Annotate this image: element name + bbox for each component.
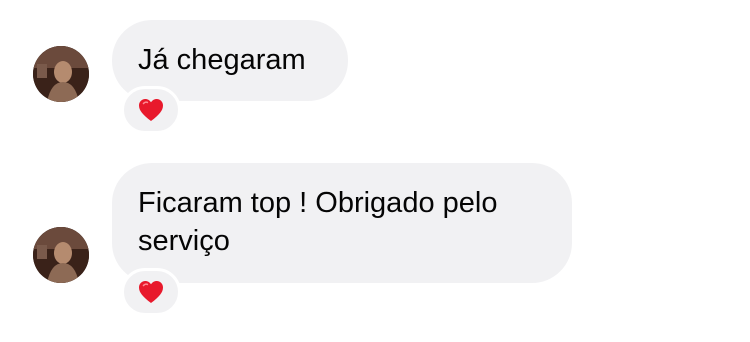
avatar-photo [33, 46, 89, 102]
reaction-badge[interactable] [121, 86, 181, 134]
heart-icon [139, 281, 163, 303]
sender-avatar[interactable] [33, 227, 89, 283]
reaction-badge[interactable] [121, 268, 181, 316]
sender-avatar[interactable] [33, 46, 89, 102]
heart-icon [139, 99, 163, 121]
avatar-photo [33, 227, 89, 283]
message-text: Ficaram top ! Obrigado pelo serviço [138, 187, 498, 257]
message-text: Já chegaram [138, 44, 306, 76]
message-thread: Já chegaram Ficaram top ! Obrigado pelo … [0, 0, 750, 342]
message-bubble[interactable]: Ficaram top ! Obrigado pelo serviço [112, 163, 572, 283]
